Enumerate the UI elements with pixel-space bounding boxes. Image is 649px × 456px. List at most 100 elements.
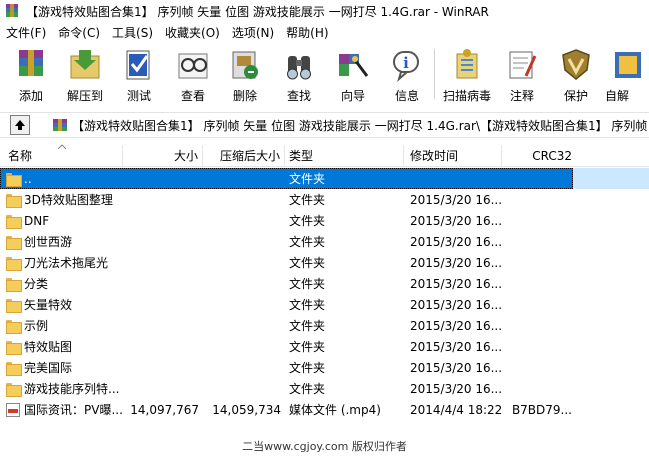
- row-type: 文件夹: [289, 361, 326, 375]
- path-field[interactable]: 【游戏特效贴图合集1】 序列帧 矢量 位图 游戏技能展示 一网打尽 1.4G.r…: [52, 115, 649, 135]
- menu-commands[interactable]: 命令(C): [52, 24, 106, 41]
- comment-label: 注释: [509, 89, 534, 103]
- row-name: 示例: [24, 319, 49, 333]
- virus-scan-label: 扫描病毒: [442, 89, 491, 103]
- row-crc: [502, 315, 576, 336]
- row-size: [123, 231, 203, 252]
- row-packed: [203, 294, 285, 315]
- row-crc: [502, 273, 576, 294]
- row-crc: [502, 168, 576, 189]
- row-modified: 2015/3/20 16...: [410, 297, 502, 312]
- test-button[interactable]: 测试: [116, 43, 162, 103]
- folder-icon: [6, 298, 22, 313]
- row-crc: [502, 378, 576, 399]
- table-row[interactable]: .. 文件夹: [0, 168, 649, 189]
- row-modified: 2015/3/20 16...: [410, 339, 502, 354]
- sfx-button[interactable]: 自解: [605, 43, 645, 103]
- row-size: [123, 378, 203, 399]
- table-row[interactable]: 分类 文件夹 2015/3/20 16...: [0, 273, 649, 294]
- row-size: [123, 189, 203, 210]
- row-crc: [502, 294, 576, 315]
- info-icon: i: [387, 46, 427, 84]
- row-name: 矢量特效: [24, 298, 73, 312]
- comment-icon: [502, 46, 542, 84]
- table-row[interactable]: 矢量特效 文件夹 2015/3/20 16...: [0, 294, 649, 315]
- up-folder-button[interactable]: [10, 115, 30, 135]
- table-row[interactable]: 3D特效贴图整理 文件夹 2015/3/20 16...: [0, 189, 649, 210]
- column-type[interactable]: 类型: [285, 144, 404, 167]
- toolbar: 添加 解压到 测试 查看 删除 查找 向导 i 信息 扫描病毒 注释 保护 自解: [0, 43, 649, 105]
- add-button[interactable]: 添加: [8, 43, 54, 103]
- row-packed: [203, 378, 285, 399]
- svg-text:i: i: [403, 54, 409, 72]
- row-modified: 2015/3/20 16...: [410, 255, 502, 270]
- row-crc: [502, 336, 576, 357]
- folder-icon: [6, 214, 22, 229]
- table-row[interactable]: 游戏技能序列特... 文件夹 2015/3/20 16...: [0, 378, 649, 399]
- delete-icon: [225, 46, 265, 84]
- wizard-button[interactable]: 向导: [330, 43, 376, 103]
- row-modified: 2015/3/20 16...: [410, 381, 502, 396]
- row-size: [123, 357, 203, 378]
- row-type: 媒体文件 (.mp4): [289, 403, 381, 417]
- row-crc: [502, 357, 576, 378]
- file-list: .. 文件夹 3D特效贴图整理 文件夹 2015/3/20 16... DNF …: [0, 168, 649, 420]
- list-header: 名称 大小 压缩后大小 类型 修改时间 CRC32: [0, 143, 649, 167]
- row-packed: [203, 273, 285, 294]
- delete-button[interactable]: 删除: [222, 43, 268, 103]
- table-row[interactable]: 刀光法术拖尾光 文件夹 2015/3/20 16...: [0, 252, 649, 273]
- archive-icon: [52, 118, 68, 132]
- protect-icon: [556, 46, 596, 84]
- window-title: 【游戏特效贴图合集1】 序列帧 矢量 位图 游戏技能展示 一网打尽 1.4G.r…: [26, 4, 489, 19]
- table-row[interactable]: 国际资讯：PV曝... 14,097,767 14,059,734 媒体文件 (…: [0, 399, 649, 420]
- row-type: 文件夹: [289, 382, 326, 396]
- table-row[interactable]: 特效贴图 文件夹 2015/3/20 16...: [0, 336, 649, 357]
- menu-help[interactable]: 帮助(H): [280, 24, 334, 41]
- protect-label: 保护: [563, 89, 588, 103]
- table-row[interactable]: DNF 文件夹 2015/3/20 16...: [0, 210, 649, 231]
- row-size: [123, 168, 203, 189]
- info-label: 信息: [394, 89, 419, 103]
- menu-tools[interactable]: 工具(S): [106, 24, 159, 41]
- column-name[interactable]: 名称: [0, 143, 123, 167]
- sfx-icon: [609, 46, 645, 84]
- menu-options[interactable]: 选项(N): [226, 24, 280, 41]
- virus-scan-button[interactable]: 扫描病毒: [439, 43, 495, 103]
- menu-bar: 文件(F) 命令(C) 工具(S) 收藏夹(O) 选项(N) 帮助(H): [0, 22, 649, 42]
- row-type: 文件夹: [289, 277, 326, 291]
- column-size[interactable]: 大小: [123, 144, 203, 167]
- virus-scan-icon: [447, 46, 487, 84]
- view-button[interactable]: 查看: [170, 43, 216, 103]
- media-file-icon: [6, 402, 20, 417]
- row-packed: [203, 231, 285, 252]
- row-name: 特效贴图: [24, 340, 73, 354]
- row-type: 文件夹: [289, 193, 326, 207]
- column-crc[interactable]: CRC32: [502, 145, 576, 167]
- path-text: 【游戏特效贴图合集1】 序列帧 矢量 位图 游戏技能展示 一网打尽 1.4G.r…: [72, 118, 648, 133]
- add-label: 添加: [18, 89, 43, 103]
- row-size: [123, 210, 203, 231]
- column-modified[interactable]: 修改时间: [404, 144, 502, 167]
- row-name: 3D特效贴图整理: [24, 193, 113, 207]
- protect-button[interactable]: 保护: [553, 43, 599, 103]
- comment-button[interactable]: 注释: [499, 43, 545, 103]
- toolbar-separator: [434, 49, 435, 99]
- extract-to-button[interactable]: 解压到: [62, 43, 108, 103]
- table-row[interactable]: 示例 文件夹 2015/3/20 16...: [0, 315, 649, 336]
- table-row[interactable]: 完美国际 文件夹 2015/3/20 16...: [0, 357, 649, 378]
- folder-icon: [6, 172, 22, 187]
- row-type: 文件夹: [289, 256, 326, 270]
- menu-file[interactable]: 文件(F): [0, 24, 52, 41]
- menu-favorites[interactable]: 收藏夹(O): [159, 24, 226, 41]
- info-button[interactable]: i 信息: [384, 43, 430, 103]
- row-modified: 2015/3/20 16...: [410, 276, 502, 291]
- table-row[interactable]: 创世西游 文件夹 2015/3/20 16...: [0, 231, 649, 252]
- folder-icon: [6, 382, 22, 397]
- column-packed-size[interactable]: 压缩后大小: [203, 144, 285, 167]
- row-packed: [203, 336, 285, 357]
- row-size: [123, 315, 203, 336]
- find-button[interactable]: 查找: [276, 43, 322, 103]
- row-size: [123, 252, 203, 273]
- row-packed: [203, 189, 285, 210]
- row-name: 完美国际: [24, 361, 73, 375]
